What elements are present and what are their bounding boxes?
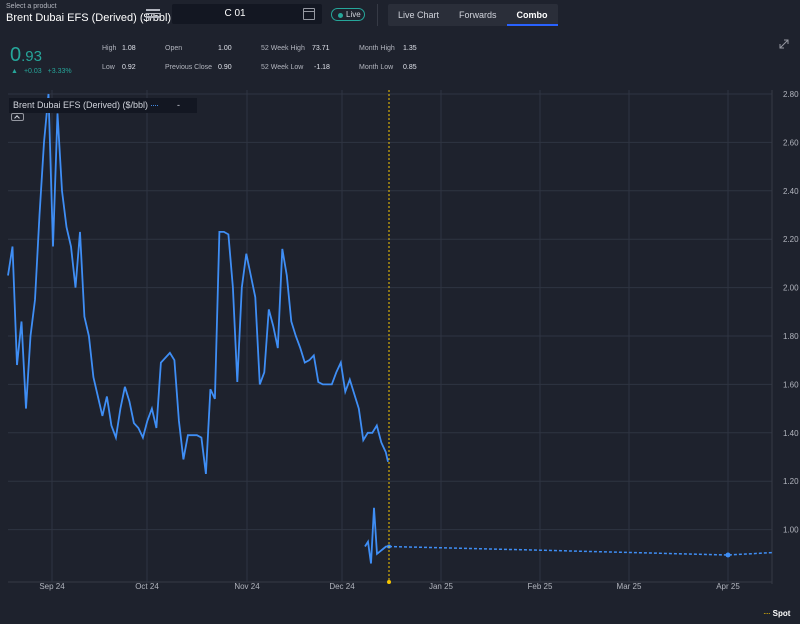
price-change: ▲ +0.03 +3.33% (11, 68, 78, 75)
last-price: 0.93 (10, 44, 42, 67)
change-value: +0.03 (23, 68, 42, 75)
stat-high: High (102, 45, 116, 52)
forward-point (725, 552, 731, 558)
live-label: Live (346, 10, 361, 19)
stat-prev-close: Previous Close (165, 64, 212, 71)
prev-close-value: 0.90 (218, 64, 232, 71)
expand-icon[interactable] (779, 39, 789, 49)
forward-curve-line (388, 545, 773, 556)
bottom-bar (0, 606, 800, 624)
stat-value: 1.00 (218, 45, 232, 52)
stat-label: Month High (359, 45, 395, 52)
stat-value: 0.92 (122, 64, 136, 71)
open-value: 1.00 (218, 45, 232, 52)
y-tick-label: 2.60 (783, 138, 799, 147)
stat-label: Previous Close (165, 64, 213, 71)
x-tick-label: Apr 25 (716, 582, 740, 591)
stat-label: 52 Week High (261, 45, 305, 52)
stat-52wk-high: 52 Week High (261, 45, 305, 52)
y-tick-label: 1.80 (783, 332, 799, 341)
price-integer: 0 (10, 44, 22, 66)
stat-value: 0.85 (403, 64, 417, 71)
tab-combo[interactable]: Combo (506, 4, 558, 26)
stat-value: 1.35 (403, 45, 417, 52)
y-tick-label: 1.20 (783, 477, 799, 486)
spot-legend[interactable]: ···· Spot (763, 609, 790, 618)
stat-value: 0.90 (218, 64, 232, 71)
spot-marker (387, 580, 391, 584)
x-tick-label: Sep 24 (39, 582, 65, 591)
live-badge[interactable]: Live (331, 8, 365, 21)
list-icon[interactable] (146, 7, 160, 19)
x-tick-label: Oct 24 (135, 582, 159, 591)
y-tick-label: 2.40 (783, 187, 799, 196)
stat-month-high: Month High (359, 45, 395, 52)
legend-line-icon: ···· (150, 100, 159, 110)
stat-low: Low (102, 64, 115, 71)
y-tick-label: 2.00 (783, 284, 799, 293)
view-tabs: Live Chart Forwards Combo (388, 4, 558, 26)
y-tick-label: 2.80 (783, 90, 799, 99)
y-tick-label: 1.40 (783, 429, 799, 438)
x-tick-label: Nov 24 (234, 582, 260, 591)
price-series-line (7, 93, 389, 475)
stat-label: High (102, 45, 117, 52)
stat-open: Open (165, 45, 182, 52)
live-dot-icon (338, 12, 343, 18)
spot-line-icon: ···· (763, 609, 771, 618)
stat-value: 1.08 (122, 45, 136, 52)
x-tick-label: Jan 25 (429, 582, 454, 591)
contract-value: C 01 (224, 8, 246, 19)
x-tick-label: Feb 25 (528, 582, 553, 591)
stat-label: Open (165, 45, 183, 52)
x-tick-label: Dec 24 (329, 582, 355, 591)
spot-label: Spot (772, 609, 791, 618)
stat-label: 52 Week Low (261, 64, 304, 71)
y-tick-label: 1.60 (783, 380, 799, 389)
52wk-low-value: -1.18 (314, 64, 330, 71)
stat-label: Low (102, 64, 115, 71)
month-high-value: 1.35 (403, 45, 417, 52)
stats-panel: 0.93 ▲ +0.03 +3.33% High 1.08 Low 0.92 Ope… (0, 33, 800, 90)
stat-label: Month Low (359, 64, 394, 71)
tab-forwards[interactable]: Forwards (449, 4, 507, 26)
low-value: 0.92 (122, 64, 136, 71)
y-tick-label: 1.00 (783, 526, 799, 535)
collapse-legend-button[interactable] (11, 113, 24, 121)
month-low-value: 0.85 (403, 64, 417, 71)
calendar-icon[interactable] (303, 8, 315, 20)
y-tick-label: 2.20 (783, 235, 799, 244)
stat-value: -1.18 (314, 64, 330, 71)
contract-input[interactable]: C 01 (172, 4, 322, 24)
top-bar: Select a product Brent Dubai EFS (Derive… (0, 0, 800, 33)
price-chart[interactable]: 2.80 2.60 2.40 2.20 2.00 1.80 1.60 1.40 1.20 1.00… (0, 90, 800, 606)
divider (377, 4, 378, 26)
legend-value: - (177, 100, 180, 110)
stat-value: 73.71 (312, 45, 330, 52)
tab-live-chart[interactable]: Live Chart (388, 4, 449, 26)
up-arrow-icon: ▲ (11, 68, 18, 75)
stat-month-low: Month Low (359, 64, 393, 71)
change-percent: +3.33% (47, 68, 72, 75)
legend-series-name: Brent Dubai EFS (Derived) ($/bbl) (13, 100, 149, 110)
high-value: 1.08 (122, 45, 136, 52)
x-tick-label: Mar 25 (617, 582, 642, 591)
stat-52wk-low: 52 Week Low (261, 64, 303, 71)
price-series-tail (364, 507, 389, 564)
52wk-high-value: 73.71 (312, 45, 330, 52)
price-decimal: .93 (21, 48, 42, 65)
